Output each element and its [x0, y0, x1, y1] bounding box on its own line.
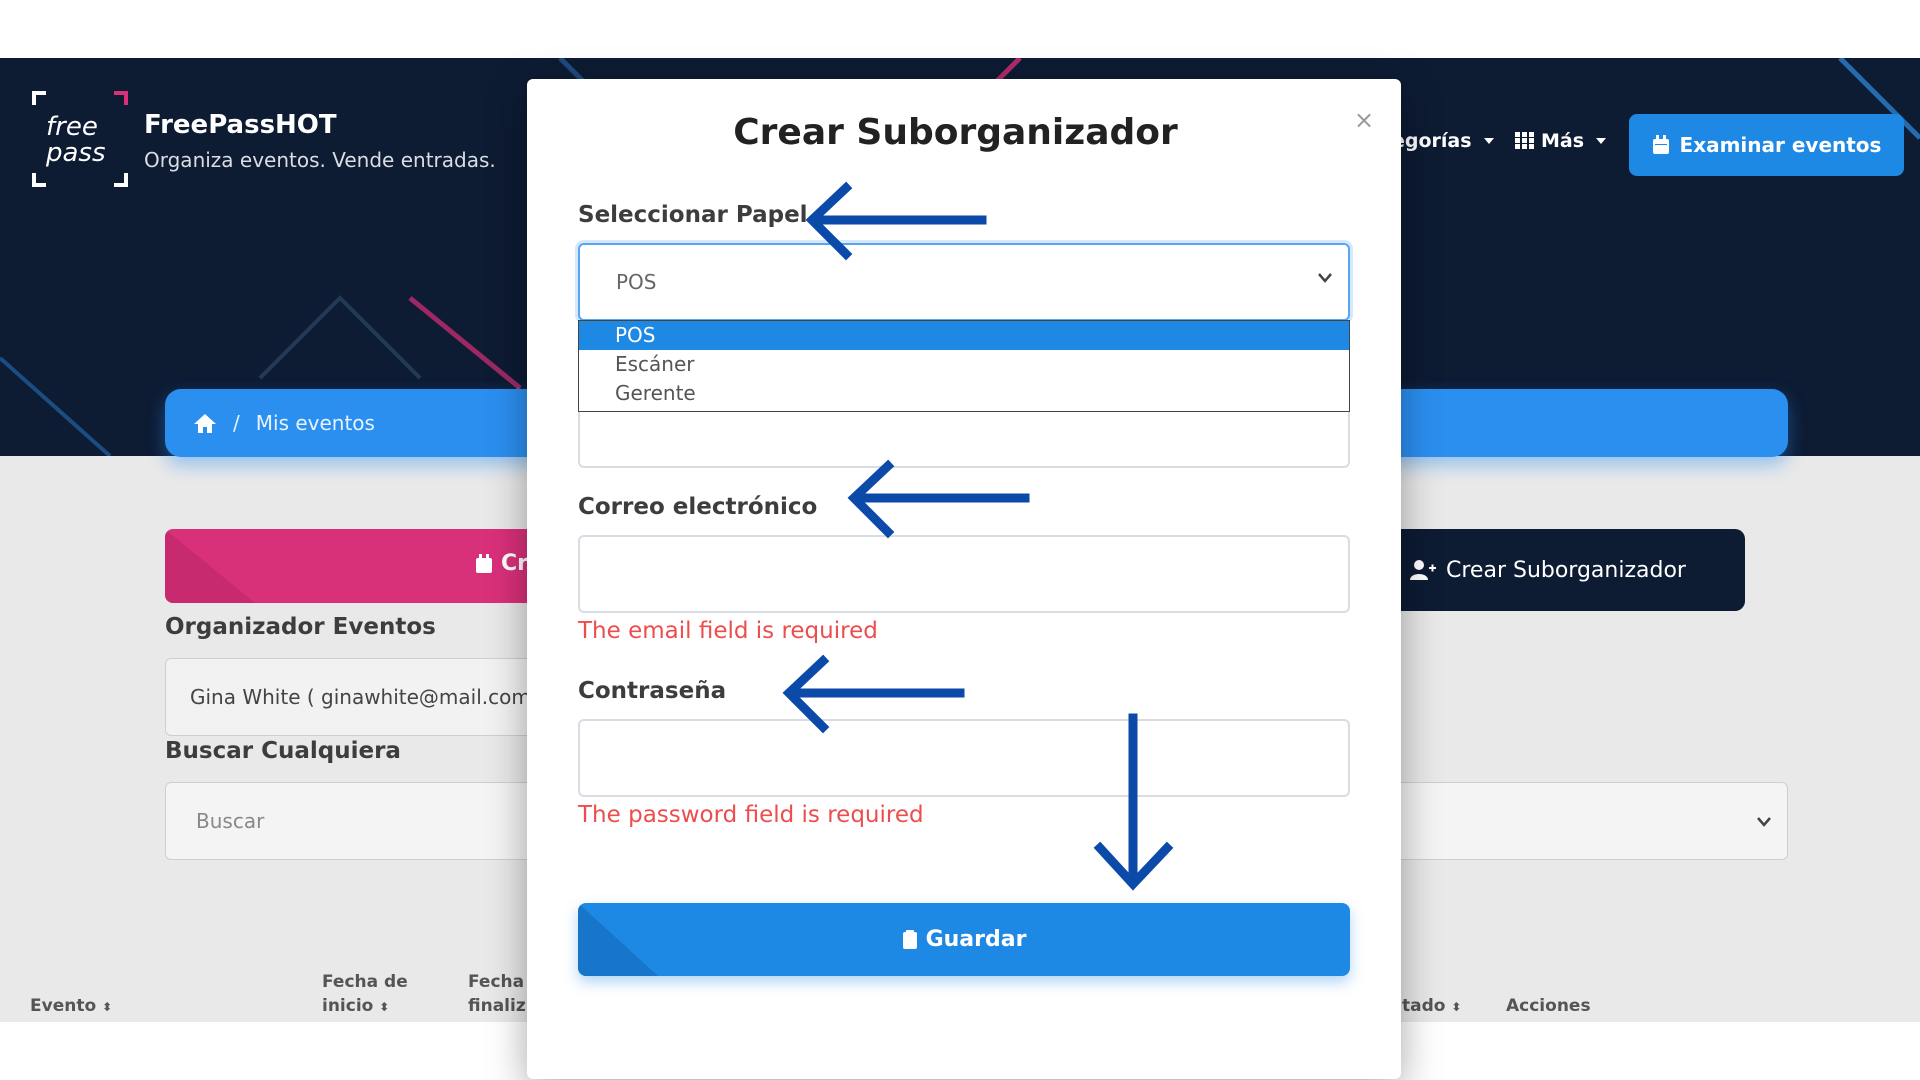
breadcrumb-separator: / — [233, 411, 240, 435]
breadcrumb-current[interactable]: Mis eventos — [256, 411, 375, 435]
role-select-value: POS — [616, 270, 657, 294]
home-icon[interactable] — [193, 412, 217, 434]
create-event-label: Cr — [501, 551, 528, 576]
caret-down-icon — [1596, 138, 1607, 144]
search-input[interactable]: Buscar — [165, 782, 565, 860]
sort-icon: ⬍ — [1451, 1000, 1462, 1014]
role-option-scanner[interactable]: Escáner — [579, 350, 1349, 379]
table-header-start-date-line1: Fecha de — [322, 972, 408, 992]
nav-more[interactable]: Más — [1515, 130, 1607, 152]
password-label: Contraseña — [578, 678, 727, 704]
password-error: The password field is required — [578, 802, 924, 828]
sort-icon: ⬍ — [379, 1000, 390, 1014]
explore-events-button[interactable]: Examinar eventos — [1629, 114, 1904, 176]
save-label: Guardar — [925, 927, 1027, 952]
password-field[interactable] — [578, 719, 1350, 797]
organizer-field[interactable]: Gina White ( ginawhite@mail.com ) — [165, 658, 565, 736]
create-suborganizer-button[interactable]: Crear Suborganizador — [1380, 529, 1745, 611]
email-error: The email field is required — [578, 618, 878, 644]
logo-frame-icon: free pass — [32, 91, 128, 187]
search-label: Buscar Cualquiera — [165, 738, 401, 764]
calendar-icon — [1652, 135, 1669, 154]
role-select[interactable]: POS — [578, 243, 1350, 321]
sort-icon: ⬍ — [102, 1000, 113, 1014]
table-header-actions: Acciones — [1506, 996, 1591, 1016]
chevron-down-icon — [1757, 817, 1771, 827]
table-header-event[interactable]: Evento ⬍ — [30, 994, 112, 1019]
nav-more-label: Más — [1541, 130, 1585, 152]
organizer-value: Gina White ( ginawhite@mail.com ) — [190, 685, 546, 709]
modal-title: Crear Suborganizador — [733, 112, 1178, 153]
filter-select[interactable] — [1380, 782, 1788, 860]
explore-events-label: Examinar eventos — [1679, 133, 1882, 157]
user-plus-icon — [1410, 560, 1436, 580]
freepass-logo[interactable]: free pass — [32, 91, 128, 187]
table-header-status-label: tado — [1402, 996, 1446, 1016]
save-button[interactable]: Guardar — [578, 903, 1350, 976]
email-field[interactable] — [578, 535, 1350, 613]
role-option-pos[interactable]: POS — [579, 321, 1349, 350]
nav-categories-label: egorías — [1392, 130, 1472, 152]
role-label: Seleccionar Papel — [578, 202, 808, 228]
table-header-start-date[interactable]: Fecha de inicio ⬍ — [322, 970, 408, 1019]
table-header-end-date-line2: finaliz — [468, 996, 526, 1016]
email-label: Correo electrónico — [578, 494, 818, 520]
search-placeholder: Buscar — [196, 809, 265, 833]
table-header-start-date-line2: inicio — [322, 996, 374, 1016]
nav-categories[interactable]: egorías — [1392, 130, 1494, 152]
clipboard-icon — [902, 929, 917, 949]
role-option-manager[interactable]: Gerente — [579, 379, 1349, 408]
role-dropdown: POS Escáner Gerente — [578, 320, 1350, 412]
calendar-icon — [476, 553, 492, 573]
create-suborganizer-label: Crear Suborganizador — [1446, 557, 1686, 583]
logo-text-pass: pass — [45, 138, 106, 168]
caret-down-icon — [1483, 138, 1494, 144]
organizer-label: Organizador Eventos — [165, 614, 436, 640]
table-header-status[interactable]: tado ⬍ — [1402, 994, 1461, 1019]
table-header-event-label: Evento — [30, 996, 97, 1016]
button-shade — [578, 903, 658, 976]
grid-icon — [1515, 132, 1534, 149]
button-shade — [165, 529, 255, 603]
chevron-down-icon — [1318, 273, 1332, 283]
table-header-end-date-line1: Fecha — [468, 972, 525, 992]
brand-title: FreePassHOT — [144, 110, 337, 140]
brand-subtitle: Organiza eventos. Vende entradas. — [144, 148, 496, 172]
table-header-end-date[interactable]: Fecha finaliz — [468, 970, 526, 1018]
